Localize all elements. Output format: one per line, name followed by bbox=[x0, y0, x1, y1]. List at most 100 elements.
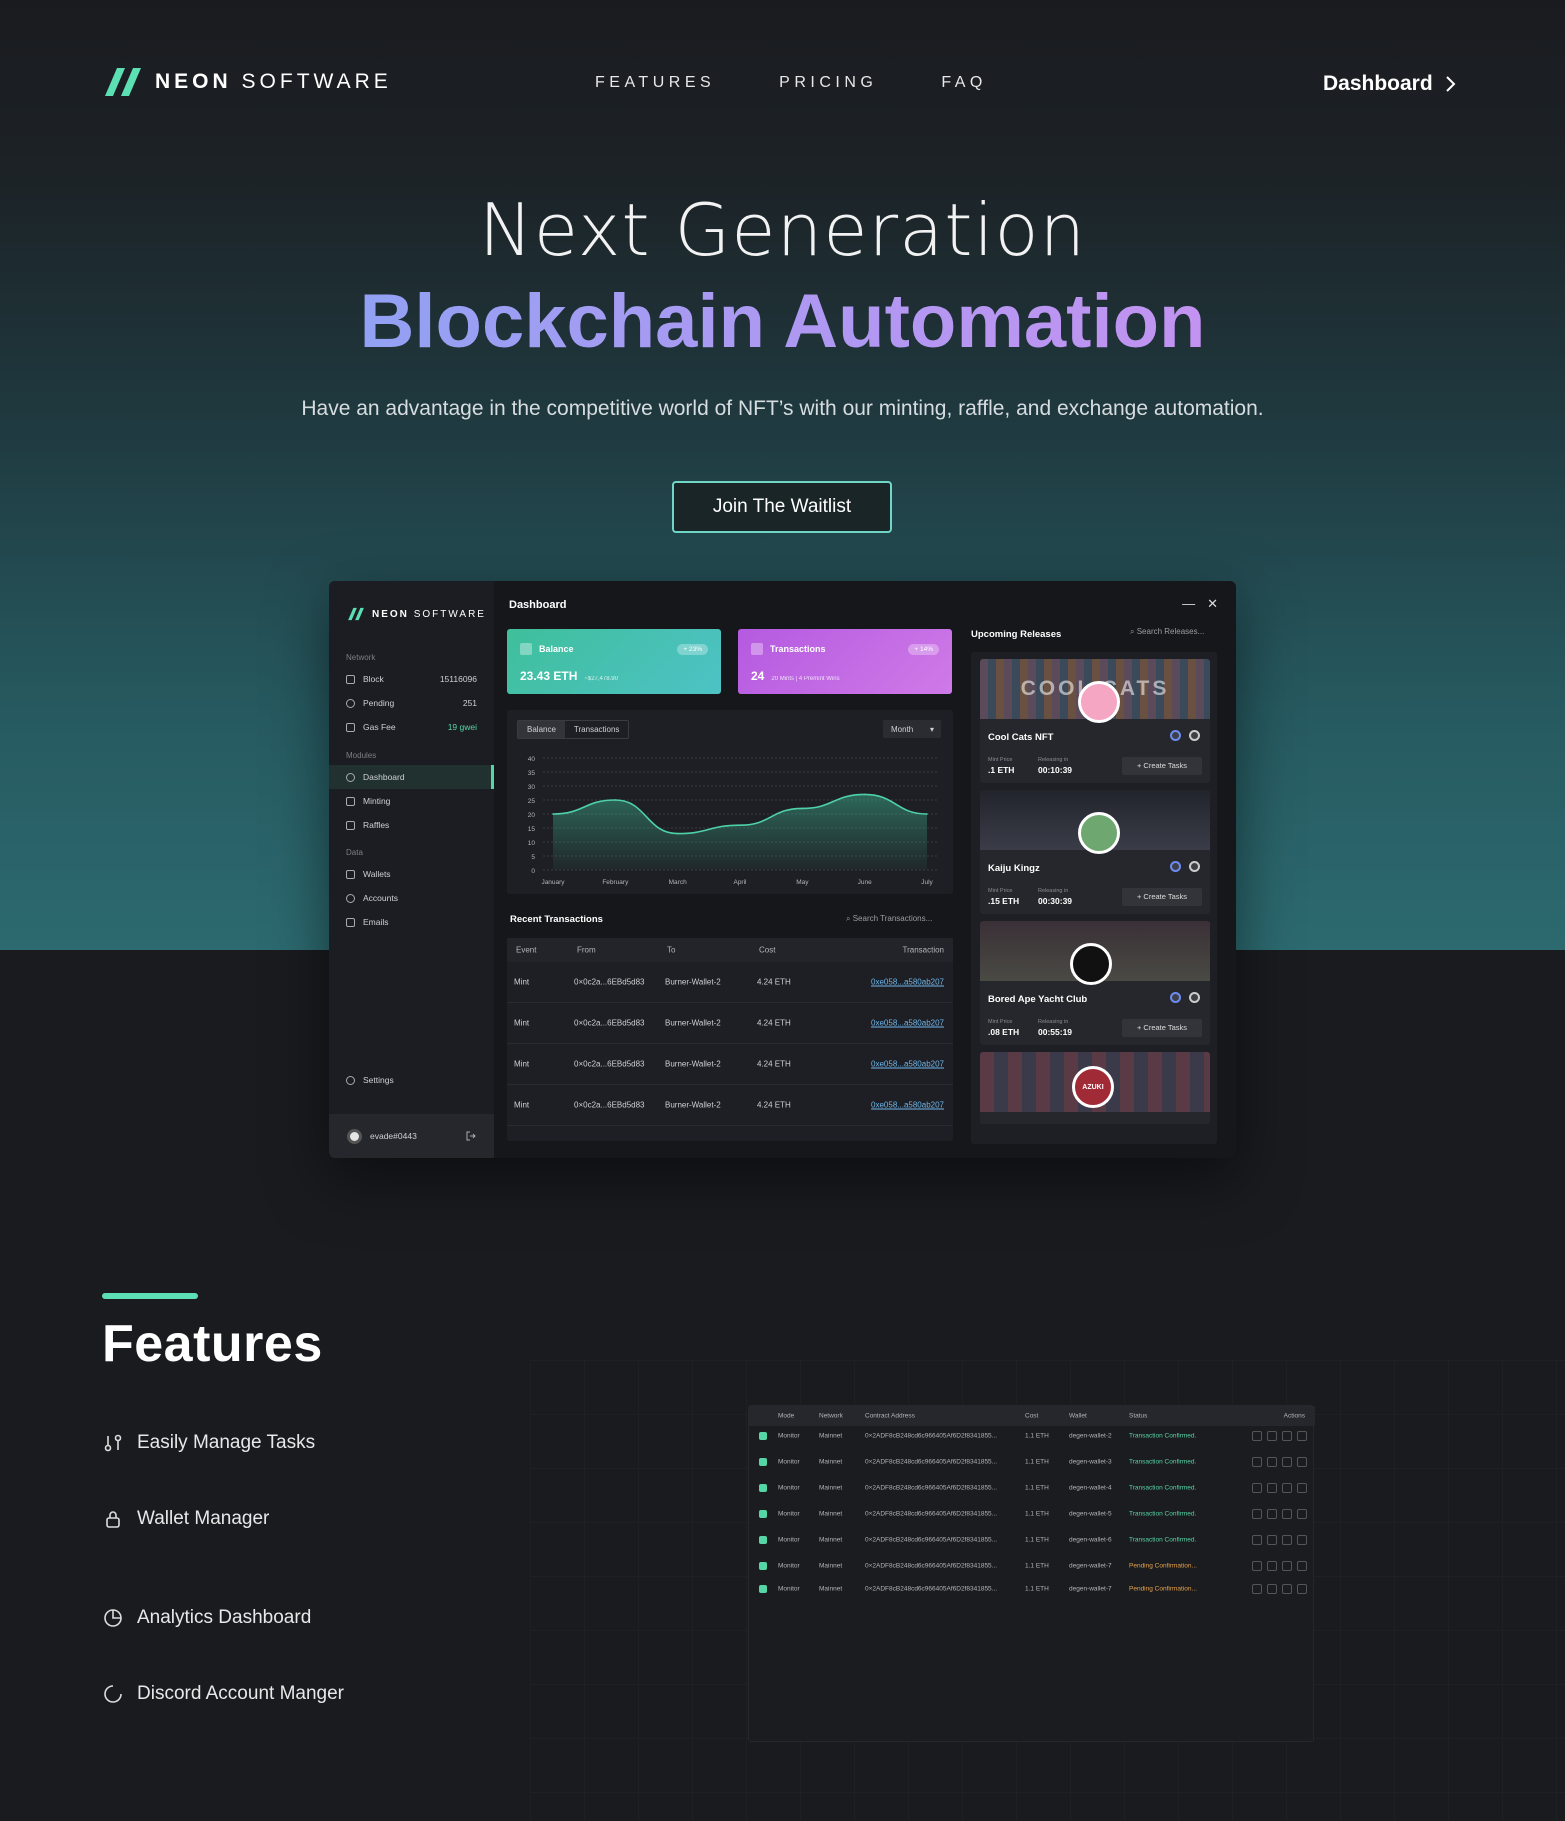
feature-analytics[interactable]: Analytics Dashboard bbox=[103, 1607, 311, 1629]
release-card[interactable]: AZUKI bbox=[980, 1052, 1210, 1124]
nav-link-pricing[interactable]: PRICING bbox=[779, 74, 877, 92]
link-icon[interactable] bbox=[1282, 1509, 1292, 1519]
cell-status: Transaction Confirmed. bbox=[1129, 1510, 1197, 1518]
link-icon[interactable] bbox=[1282, 1457, 1292, 1467]
gas-value: 19 gwei bbox=[447, 722, 477, 732]
cell-network: Mainnet bbox=[819, 1510, 843, 1518]
release-card[interactable]: COOL CATS Cool Cats NFT Mint Price .1 ET… bbox=[980, 659, 1210, 783]
nav-link-features[interactable]: FEATURES bbox=[595, 74, 715, 92]
feature-label: Easily Manage Tasks bbox=[137, 1432, 316, 1453]
transaction-link[interactable]: 0xe058...a580ab207 bbox=[871, 1101, 944, 1110]
transaction-link[interactable]: 0xe058...a580ab207 bbox=[871, 978, 944, 987]
loader-icon bbox=[104, 1685, 122, 1703]
checkbox[interactable] bbox=[759, 1585, 767, 1593]
mint-price: .1 ETH bbox=[988, 765, 1015, 775]
cell-cost: 1.1 ETH bbox=[1025, 1432, 1049, 1440]
ethereum-icon[interactable] bbox=[1170, 730, 1181, 741]
edit-icon[interactable] bbox=[1267, 1457, 1277, 1467]
ethereum-icon[interactable] bbox=[1170, 992, 1181, 1003]
sidebar-item-settings[interactable]: Settings bbox=[329, 1068, 494, 1092]
checkbox[interactable] bbox=[759, 1432, 767, 1440]
feature-discord[interactable]: Discord Account Manger bbox=[103, 1683, 344, 1705]
checkbox[interactable] bbox=[759, 1562, 767, 1570]
sidebar-item-emails[interactable]: Emails bbox=[329, 910, 494, 934]
table-row: Mint 0×0c2a...6EBd5d83 Burner-Wallet-2 4… bbox=[507, 1085, 953, 1126]
edit-icon[interactable] bbox=[1267, 1509, 1277, 1519]
play-icon[interactable] bbox=[1252, 1483, 1262, 1493]
link-icon[interactable] bbox=[1282, 1431, 1292, 1441]
opensea-icon[interactable] bbox=[1189, 992, 1200, 1003]
trash-icon[interactable] bbox=[1297, 1509, 1307, 1519]
row-actions bbox=[1252, 1483, 1307, 1493]
sidebar-item-wallets[interactable]: Wallets bbox=[329, 862, 494, 886]
sidebar-item-accounts[interactable]: Accounts bbox=[329, 886, 494, 910]
nav-link-faq[interactable]: FAQ bbox=[941, 74, 987, 92]
brand-logo[interactable]: NEON SOFTWARE bbox=[103, 66, 392, 98]
feature-wallet-manager[interactable]: Wallet Manager bbox=[103, 1508, 269, 1530]
trash-icon[interactable] bbox=[1297, 1584, 1307, 1594]
checkbox[interactable] bbox=[759, 1458, 767, 1466]
user-profile[interactable]: evade#0443 bbox=[329, 1114, 494, 1158]
checkbox[interactable] bbox=[759, 1510, 767, 1518]
link-icon[interactable] bbox=[1282, 1483, 1292, 1493]
play-icon[interactable] bbox=[1252, 1584, 1262, 1594]
ethereum-icon[interactable] bbox=[1170, 861, 1181, 872]
row-actions bbox=[1252, 1584, 1307, 1594]
search-transactions-placeholder: Search Transactions... bbox=[852, 914, 933, 923]
edit-icon[interactable] bbox=[1267, 1483, 1277, 1493]
create-tasks-button[interactable]: + Create Tasks bbox=[1122, 888, 1202, 906]
trash-icon[interactable] bbox=[1297, 1535, 1307, 1545]
transaction-link[interactable]: 0xe058...a580ab207 bbox=[871, 1060, 944, 1069]
edit-icon[interactable] bbox=[1267, 1431, 1277, 1441]
cell-wallet: degen-wallet-5 bbox=[1069, 1510, 1112, 1518]
edit-icon[interactable] bbox=[1267, 1535, 1277, 1545]
edit-icon[interactable] bbox=[1267, 1584, 1277, 1594]
search-transactions-input[interactable]: ⌕ Search Transactions... bbox=[846, 914, 932, 924]
y-tick-label: 15 bbox=[528, 826, 536, 833]
section-modules: Modules bbox=[346, 751, 377, 760]
checkbox[interactable] bbox=[759, 1536, 767, 1544]
transactions-value-row: 24 20 Mints | 4 Premint Wins bbox=[751, 669, 840, 683]
checkbox[interactable] bbox=[759, 1484, 767, 1492]
logout-icon[interactable] bbox=[466, 1131, 476, 1141]
trash-icon[interactable] bbox=[1297, 1561, 1307, 1571]
sidebar-item-label: Raffles bbox=[363, 820, 390, 830]
mint-price-label: Mint Price bbox=[988, 1019, 1013, 1025]
trash-icon[interactable] bbox=[1297, 1431, 1307, 1441]
create-tasks-button[interactable]: + Create Tasks bbox=[1122, 757, 1202, 775]
cell-to: Burner-Wallet-2 bbox=[665, 1018, 721, 1028]
edit-icon[interactable] bbox=[1267, 1561, 1277, 1571]
sidebar-item-raffles[interactable]: Raffles bbox=[329, 813, 494, 837]
search-releases-input[interactable]: ⌕ Search Releases... bbox=[1130, 627, 1204, 637]
release-card[interactable]: Bored Ape Yacht Club Mint Price .08 ETH … bbox=[980, 921, 1210, 1045]
play-icon[interactable] bbox=[1252, 1431, 1262, 1441]
sidebar-item-minting[interactable]: Minting bbox=[329, 789, 494, 813]
row-actions bbox=[1252, 1561, 1307, 1571]
transaction-link[interactable]: 0xe058...a580ab207 bbox=[871, 1019, 944, 1028]
feature-manage-tasks[interactable]: Easily Manage Tasks bbox=[103, 1432, 315, 1454]
sidebar-item-dashboard[interactable]: Dashboard bbox=[329, 765, 494, 789]
trash-icon[interactable] bbox=[1297, 1483, 1307, 1493]
play-icon[interactable] bbox=[1252, 1535, 1262, 1545]
link-icon[interactable] bbox=[1282, 1561, 1292, 1571]
data-point bbox=[552, 813, 554, 815]
play-icon[interactable] bbox=[1252, 1457, 1262, 1467]
minimize-icon[interactable]: — bbox=[1182, 596, 1195, 612]
play-icon[interactable] bbox=[1252, 1561, 1262, 1571]
join-waitlist-button[interactable]: Join The Waitlist bbox=[672, 481, 892, 533]
brand-name: NEON SOFTWARE bbox=[155, 70, 392, 93]
create-tasks-button[interactable]: + Create Tasks bbox=[1122, 1019, 1202, 1037]
close-icon[interactable]: ✕ bbox=[1207, 596, 1218, 612]
play-icon[interactable] bbox=[1252, 1509, 1262, 1519]
opensea-icon[interactable] bbox=[1189, 861, 1200, 872]
release-links bbox=[1170, 861, 1200, 872]
link-icon[interactable] bbox=[1282, 1535, 1292, 1545]
link-icon[interactable] bbox=[1282, 1584, 1292, 1594]
release-card[interactable]: Kaiju Kingz Mint Price .15 ETH Releasing… bbox=[980, 790, 1210, 914]
column-header: Transaction bbox=[902, 945, 945, 955]
opensea-icon[interactable] bbox=[1189, 730, 1200, 741]
dashboard-link[interactable]: Dashboard bbox=[1323, 72, 1457, 96]
release-avatar: AZUKI bbox=[1072, 1066, 1114, 1108]
trash-icon[interactable] bbox=[1297, 1457, 1307, 1467]
cell-cost: 1.1 ETH bbox=[1025, 1458, 1049, 1466]
